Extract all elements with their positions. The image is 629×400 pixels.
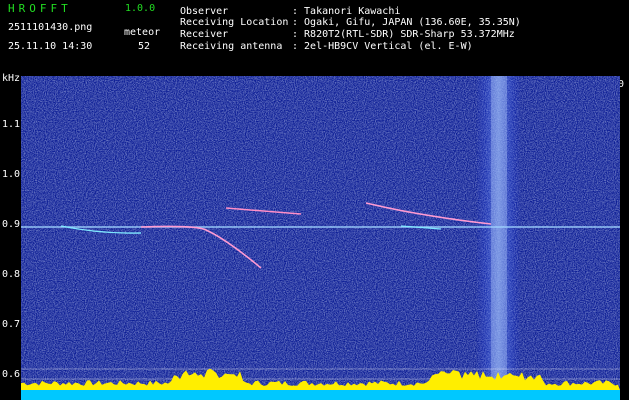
y-tick-label: 1.1 xyxy=(2,119,21,130)
antenna-label: Receiving antenna xyxy=(180,41,283,52)
header: HROFFT 1.0.0 2511101430.png 25.11.10 14:… xyxy=(0,0,629,90)
y-tick-label: 0.6 xyxy=(2,369,21,380)
meteor-label: meteor xyxy=(124,27,161,38)
interference-band-core xyxy=(491,76,507,386)
file-datetime: 25.11.10 14:30 xyxy=(8,41,93,52)
app-title: HROFFT xyxy=(8,2,72,15)
app-version: 1.0.0 xyxy=(125,3,156,14)
y-tick-label: 0.8 xyxy=(2,269,21,280)
y-tick-label: 1.0 xyxy=(2,169,21,180)
waterfall-spectrogram xyxy=(21,76,620,400)
noise-texture xyxy=(21,76,620,400)
y-tick-label: 0.7 xyxy=(2,319,21,330)
location-value: : Ogaki, Gifu, JAPAN (136.60E, 35.35N) xyxy=(292,17,521,28)
file-name: 2511101430.png xyxy=(8,22,93,33)
baseline-bar xyxy=(21,390,620,400)
location-label: Receiving Location xyxy=(180,17,289,28)
receiver-value: : R820T2(RTL-SDR) SDR-Sharp 53.372MHz xyxy=(292,29,515,40)
y-axis-unit: kHz xyxy=(2,73,21,84)
receiver-label: Receiver xyxy=(180,29,229,40)
antenna-value: : 2el-HB9CV Vertical (el. E-W) xyxy=(292,41,473,52)
y-tick-label: 0.9 xyxy=(2,219,21,230)
meteor-count: 52 xyxy=(138,41,151,52)
